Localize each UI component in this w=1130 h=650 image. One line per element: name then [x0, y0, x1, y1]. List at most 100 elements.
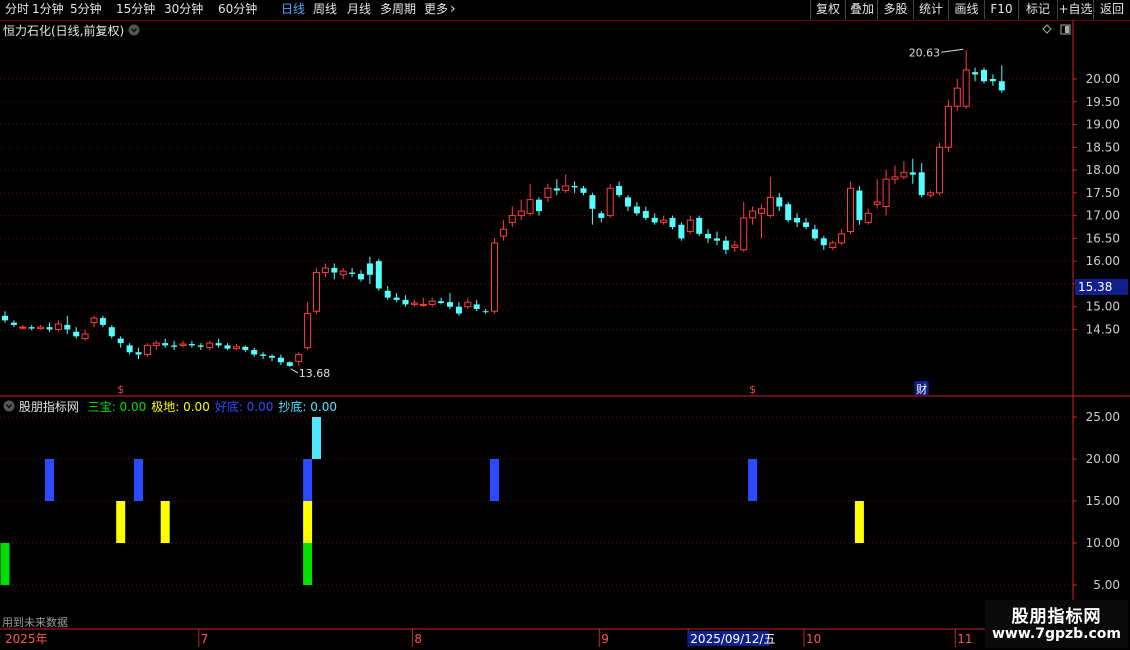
indicator-bar	[303, 501, 313, 543]
candle-body	[722, 240, 729, 250]
candle-body	[740, 217, 748, 251]
candle-body	[758, 208, 765, 214]
candle-body	[696, 217, 703, 234]
candle-body	[625, 197, 631, 207]
candle-body	[188, 344, 195, 346]
candle-body	[499, 228, 507, 237]
candle-body	[251, 349, 258, 355]
candle-body	[580, 188, 587, 193]
chart-area: 14.5015.0015.5016.0016.5017.0017.5018.00…	[0, 20, 1130, 647]
candle-body	[269, 355, 275, 358]
y-tick-label: 17.00	[1086, 209, 1120, 223]
candle-body	[606, 187, 614, 217]
candle-body	[419, 303, 427, 306]
candle-body	[464, 301, 472, 308]
candle-body	[10, 322, 17, 325]
candlestick-series	[2, 50, 1005, 367]
candle-body	[295, 354, 303, 362]
y-tick-label: 18.50	[1086, 140, 1120, 154]
candle-body	[669, 217, 676, 227]
y-tick-label: 19.50	[1086, 95, 1120, 109]
candle-body	[553, 188, 560, 191]
candle-body	[526, 199, 534, 214]
candle-body	[873, 201, 881, 205]
candle-body	[678, 224, 685, 239]
candle-body	[972, 72, 979, 75]
candle-body	[571, 186, 578, 188]
candle-body	[349, 272, 356, 274]
candle-body	[438, 301, 445, 304]
candle-body	[232, 346, 240, 350]
panel-toggle-icon-fill	[1065, 26, 1069, 33]
candle-body	[54, 323, 62, 330]
candle-body	[366, 263, 373, 275]
time-label: 9	[601, 632, 609, 646]
candle-body	[384, 290, 391, 298]
time-label: 8	[414, 632, 422, 646]
candle-body	[410, 302, 418, 305]
candle-body	[918, 172, 925, 196]
legend-item: 好底: 0.00	[214, 400, 274, 414]
candle-body	[313, 272, 320, 312]
high-label: 20.63	[909, 46, 941, 59]
candle-body	[162, 343, 169, 346]
candle-body	[660, 219, 668, 223]
candle-body	[393, 297, 400, 300]
candle-body	[428, 300, 436, 305]
candle-body	[536, 199, 542, 212]
candle-body	[2, 315, 8, 321]
current-price-tag: 15.38	[1075, 279, 1128, 295]
candle-body	[117, 338, 124, 344]
candle-body	[927, 192, 935, 196]
y-tick-label: 20.00	[1086, 452, 1120, 466]
indicator-bar	[45, 459, 54, 501]
candle-body	[803, 222, 809, 227]
candle-body	[81, 333, 89, 340]
high-pointer	[941, 48, 964, 53]
indicator-bar	[748, 459, 758, 501]
candle-body	[785, 204, 792, 221]
time-label: 10	[806, 632, 821, 646]
candle-body	[135, 352, 142, 355]
candle-body	[331, 267, 338, 273]
y-tick-label: 15.00	[1086, 300, 1120, 314]
candle-body	[981, 69, 987, 82]
watermark: 股朋指标网 www.7gpzb.com	[985, 600, 1128, 648]
candle-body	[936, 146, 943, 194]
event-marker: 财	[916, 382, 927, 396]
candle-body	[277, 357, 284, 363]
candle-body	[286, 362, 293, 366]
candle-body	[508, 215, 516, 223]
candle-body	[482, 311, 489, 313]
candle-body	[46, 327, 53, 330]
candle-body	[126, 345, 133, 353]
chevron-down-icon[interactable]	[3, 400, 15, 415]
candle-body	[402, 299, 409, 305]
time-label: 2025/09/12/五	[690, 632, 775, 646]
low-pointer	[290, 368, 299, 374]
candle-body	[179, 343, 187, 346]
time-label: 11	[957, 632, 972, 646]
low-label: 13.68	[299, 367, 331, 380]
indicator-bar	[303, 459, 313, 501]
candle-body	[944, 105, 952, 148]
time-label: 2025年	[5, 632, 48, 646]
y-tick-label: 19.00	[1086, 118, 1120, 132]
candle-body	[847, 187, 854, 233]
candle-body	[794, 217, 801, 223]
indicator-bar	[312, 417, 321, 459]
indicator-bar	[0, 543, 10, 585]
y-tick-label: 15.00	[1086, 494, 1120, 508]
candle-body	[339, 270, 347, 276]
candle-body	[152, 342, 160, 346]
candle-body	[864, 212, 872, 223]
candle-body	[882, 178, 890, 207]
y-tick-label: 5.00	[1093, 578, 1120, 592]
candle-body	[544, 187, 552, 198]
candle-body	[811, 229, 818, 239]
candle-body	[856, 190, 863, 221]
candle-body	[28, 327, 35, 329]
candle-body	[90, 317, 98, 324]
candle-body	[64, 324, 71, 330]
candle-body	[953, 87, 961, 107]
